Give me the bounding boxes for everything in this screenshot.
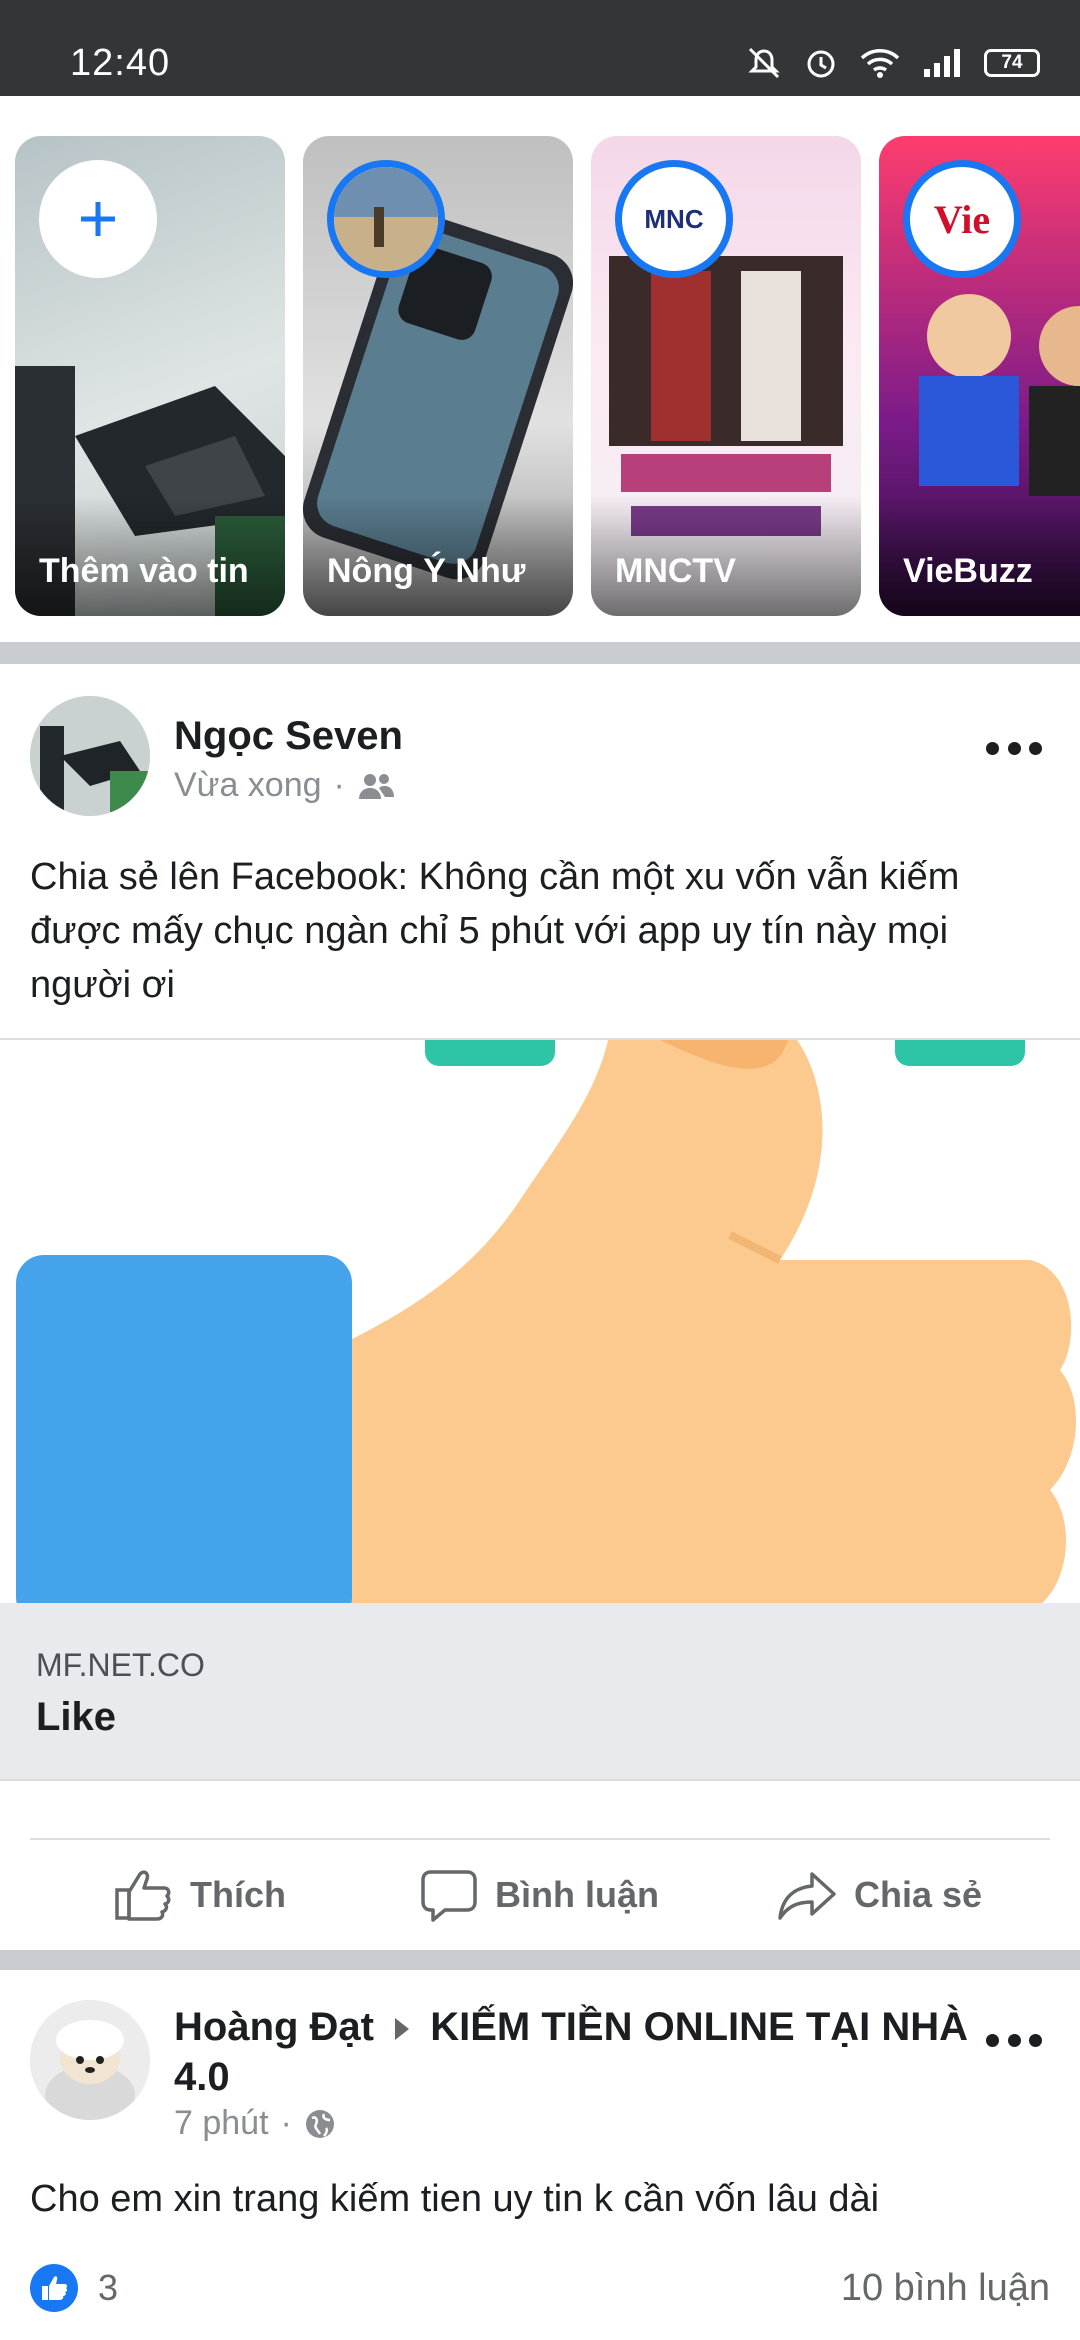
status-icons: 74 — [746, 46, 1040, 80]
avatar[interactable] — [30, 2000, 150, 2120]
post-time: Vừa xong — [174, 766, 322, 804]
post-reactions: 3 10 bình luận — [30, 2258, 1050, 2318]
post-more-button[interactable] — [986, 2030, 1042, 2050]
post-text: Cho em xin trang kiếm tien uy tin k cần … — [30, 2178, 880, 2220]
post-meta: Vừa xong · — [174, 766, 395, 805]
like-button[interactable]: Thích — [30, 1840, 370, 1950]
mnctv-logo-text: MNC — [644, 203, 704, 234]
story-label: MNCTV — [615, 552, 736, 590]
link-domain: MF.NET.CO — [36, 1647, 205, 1683]
post-actions: Thích Bình luận Chia sẻ — [30, 1838, 1050, 1950]
caret-right-icon — [395, 2018, 410, 2041]
post-author-line: Hoàng Đạt KIẾM TIỀN ONLINE TẠI NHÀ 4.0 — [174, 2002, 974, 2102]
comment-icon — [421, 1870, 477, 1922]
friends-icon — [358, 773, 394, 799]
comment-label: Bình luận — [495, 1874, 659, 1915]
like-label: Thích — [190, 1874, 286, 1915]
status-bar: 12:40 74 — [0, 0, 1080, 96]
story-label: VieBuzz — [903, 552, 1033, 590]
like-reaction-icon — [30, 2264, 78, 2312]
comment-button[interactable]: Bình luận — [370, 1840, 710, 1950]
add-story-button[interactable] — [39, 160, 157, 278]
viebuzz-logo-text: Vie — [933, 196, 991, 242]
section-divider — [0, 1950, 1080, 1970]
post-author[interactable]: Hoàng Đạt — [174, 2005, 374, 2049]
mnctv-logo: MNC — [615, 160, 733, 278]
status-time: 12:40 — [70, 42, 171, 84]
thumbs-up-icon — [16, 1040, 1076, 1603]
stories-tray: Thêm vào tin Nông Ý Như MNC MNCTV Vie Vi… — [0, 96, 1080, 642]
story-item[interactable]: MNC MNCTV — [591, 136, 861, 616]
like-icon — [115, 1870, 171, 1921]
viebuzz-logo: Vie — [903, 160, 1021, 278]
story-item[interactable]: Nông Ý Như — [303, 136, 573, 616]
share-button[interactable]: Chia sẻ — [710, 1840, 1050, 1950]
story-avatar — [327, 160, 445, 278]
comment-count[interactable]: 10 bình luận — [841, 2267, 1050, 2310]
post-meta: 7 phút · — [174, 2104, 336, 2143]
section-divider — [0, 642, 1080, 664]
battery-icon: 74 — [984, 49, 1040, 77]
post-author[interactable]: Ngọc Seven — [174, 714, 403, 759]
story-item[interactable]: Vie VieBuzz — [879, 136, 1080, 616]
story-add[interactable]: Thêm vào tin — [15, 136, 285, 616]
link-preview-image[interactable] — [0, 1038, 1080, 1603]
wifi-icon — [860, 49, 900, 78]
share-label: Chia sẻ — [853, 1874, 983, 1915]
globe-icon — [305, 2109, 334, 2138]
alarm-icon — [807, 50, 835, 78]
signal-icon — [924, 49, 960, 77]
post-time: 7 phút — [174, 2104, 269, 2142]
like-count-value: 3 — [98, 2267, 119, 2308]
avatar[interactable] — [30, 696, 150, 816]
story-label: Thêm vào tin — [39, 552, 249, 590]
like-count[interactable]: 3 — [30, 2264, 118, 2312]
post-text: Chia sẻ lên Facebook: Không cần một xu v… — [30, 856, 960, 1006]
share-icon — [778, 1872, 836, 1920]
mute-icon — [748, 47, 780, 79]
link-preview-box[interactable]: MF.NET.CO Like — [0, 1603, 1080, 1781]
plus-icon — [81, 202, 115, 236]
link-title: Like — [36, 1695, 117, 1739]
story-label: Nông Ý Như — [327, 552, 526, 590]
post-more-button[interactable] — [986, 738, 1042, 758]
